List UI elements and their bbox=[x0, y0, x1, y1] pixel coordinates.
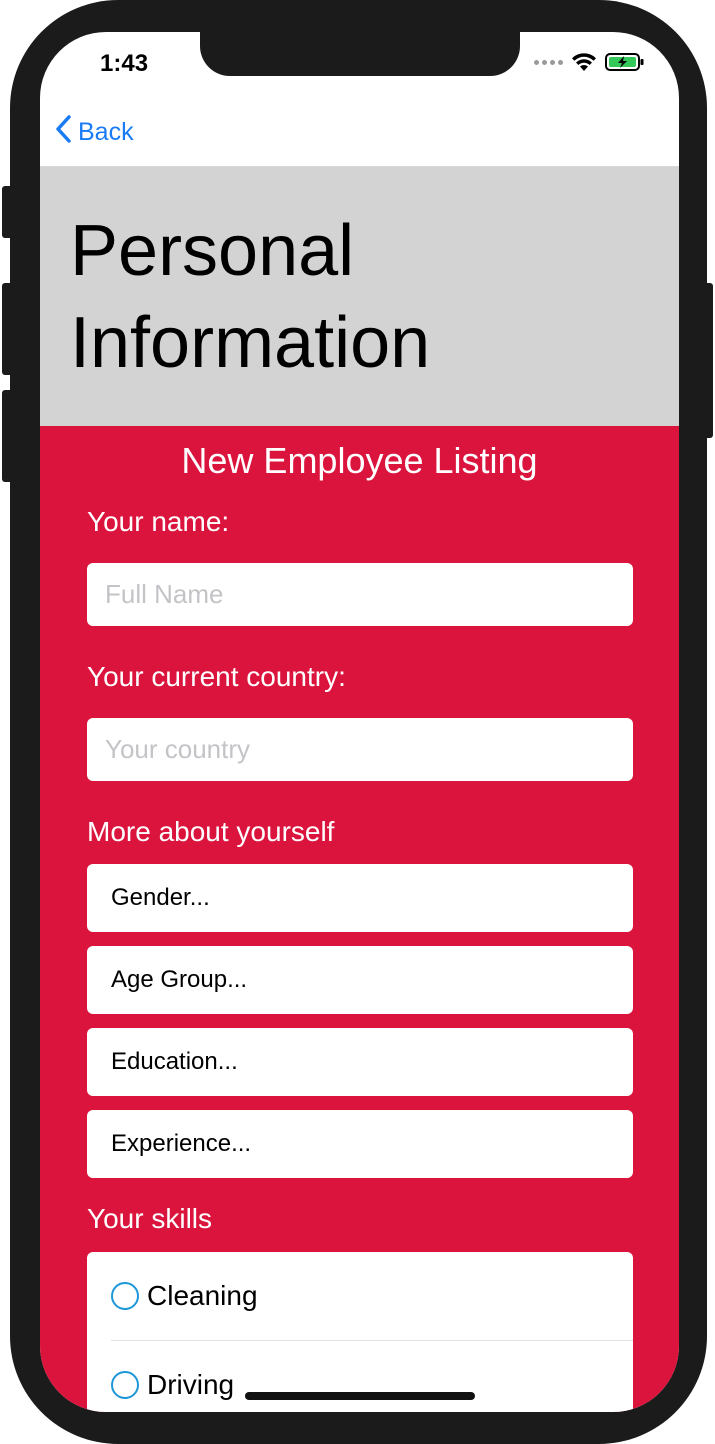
listing-title: New Employee Listing bbox=[181, 440, 538, 481]
signal-dots-icon bbox=[534, 59, 563, 65]
age-group-select[interactable]: Age Group... bbox=[87, 946, 633, 1014]
radio-icon[interactable] bbox=[111, 1371, 139, 1399]
chevron-left-icon bbox=[54, 114, 72, 151]
page-title: Personal Information bbox=[70, 211, 431, 383]
skill-label: Cleaning bbox=[147, 1280, 258, 1311]
power-button bbox=[701, 283, 713, 438]
header: Personal Information bbox=[40, 167, 679, 426]
skill-item-cleaning[interactable]: Cleaning bbox=[111, 1252, 633, 1340]
gender-select[interactable]: Gender... bbox=[87, 864, 633, 932]
more-about-label: More about yourself bbox=[87, 816, 335, 847]
skill-label: Driving bbox=[147, 1369, 235, 1400]
country-field[interactable] bbox=[87, 718, 633, 781]
navigation-bar: Back bbox=[40, 100, 679, 167]
country-label: Your current country: bbox=[87, 661, 346, 692]
screen: 1:43 Back Personal Information New Emplo… bbox=[40, 32, 679, 1412]
experience-select[interactable]: Experience... bbox=[87, 1110, 633, 1178]
country-input[interactable] bbox=[103, 733, 633, 766]
skills-label: Your skills bbox=[87, 1203, 213, 1234]
name-field[interactable] bbox=[87, 563, 633, 626]
volume-down-button bbox=[2, 390, 14, 482]
skills-list: Cleaning Driving bbox=[87, 1252, 633, 1412]
form-panel: New Employee Listing Your name: Your cur… bbox=[40, 426, 679, 1412]
radio-icon[interactable] bbox=[111, 1282, 139, 1310]
battery-charging-icon bbox=[605, 52, 645, 72]
name-label: Your name: bbox=[87, 506, 230, 537]
education-select[interactable]: Education... bbox=[87, 1028, 633, 1096]
back-label: Back bbox=[78, 118, 134, 146]
notch bbox=[200, 32, 520, 76]
wifi-icon bbox=[571, 52, 597, 72]
home-indicator[interactable] bbox=[245, 1392, 475, 1400]
mute-switch bbox=[2, 186, 14, 238]
status-time: 1:43 bbox=[100, 50, 149, 77]
name-input[interactable] bbox=[103, 578, 633, 611]
status-icons bbox=[534, 52, 645, 72]
skill-item-driving[interactable]: Driving bbox=[111, 1341, 633, 1412]
volume-up-button bbox=[2, 283, 14, 375]
back-button[interactable]: Back bbox=[54, 114, 134, 151]
